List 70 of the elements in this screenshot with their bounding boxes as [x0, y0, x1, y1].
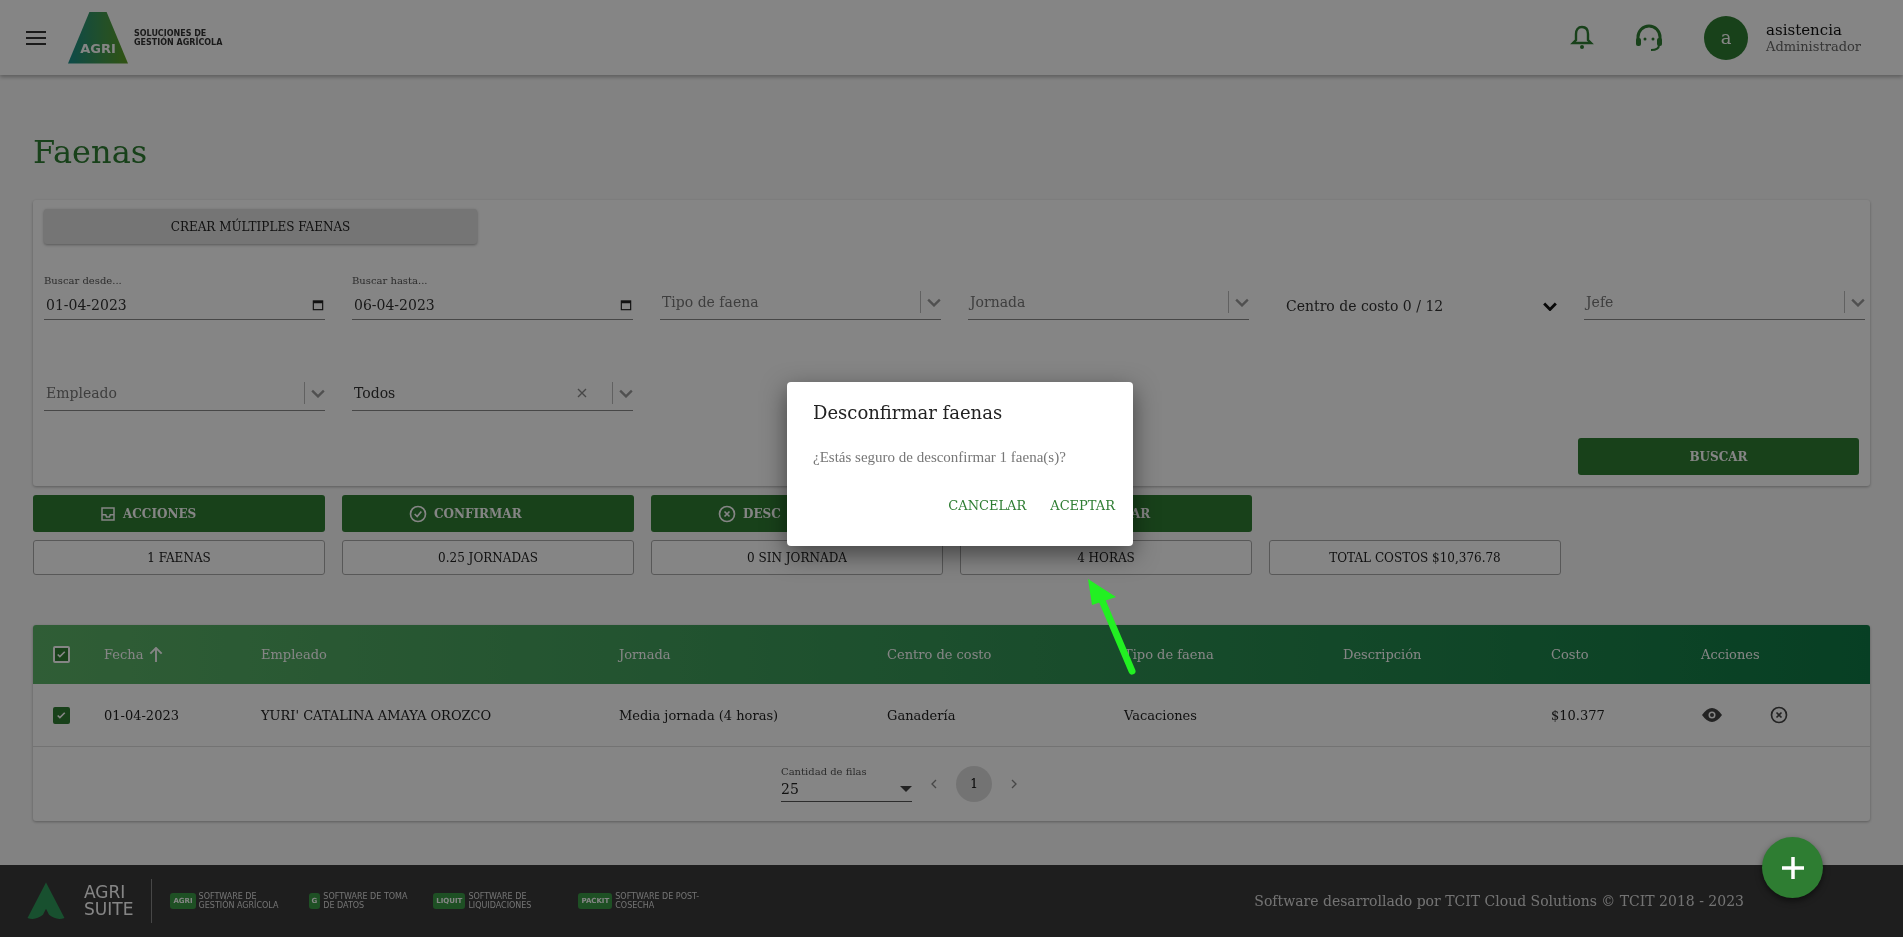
dropdown-field[interactable]: Centro de costo 0 / 12: [1276, 271, 1557, 320]
suite-logo-text: AGRI: [84, 884, 127, 901]
create-multiple-button[interactable]: CREAR MÚLTIPLES FAENAS: [44, 209, 477, 244]
chevron-down-icon: [1851, 297, 1865, 307]
select-field[interactable]: Todos: [352, 362, 633, 411]
select-field[interactable]: Empleado: [44, 362, 325, 411]
dialog-button[interactable]: ACEPTAR: [1042, 492, 1123, 519]
summary-stat: 0.25 JORNADAS: [342, 540, 634, 575]
row-checkbox[interactable]: [53, 706, 70, 724]
column-header[interactable]: Fecha: [104, 647, 144, 662]
chevron-down-icon: [311, 388, 325, 398]
footer-credit: Software desarrollado por TCIT Cloud Solutions © TCIT 2018 - 2023: [1254, 893, 1744, 909]
rows-per-page-select[interactable]: Cantidad de filas 25: [781, 766, 912, 802]
table-cell: $10.377: [1551, 707, 1605, 723]
dialog-title: Desconfirmar faenas: [813, 402, 1004, 423]
search-button[interactable]: BUSCAR: [1578, 438, 1859, 475]
column-header[interactable]: Jornada: [619, 647, 671, 662]
chevron-down-icon: [927, 297, 941, 307]
calendar-icon: [619, 298, 633, 312]
column-header[interactable]: Costo: [1551, 647, 1589, 662]
table-cell: Ganadería: [887, 707, 956, 723]
product-caption: SOFTWARE DE POST-COSECHA: [615, 892, 701, 910]
select-field[interactable]: Jefe: [1584, 271, 1865, 320]
plus-icon: [1779, 854, 1806, 881]
dialog-message: ¿Estás seguro de desconfirmar 1 faena(s)?: [813, 449, 1067, 466]
dropdown-arrow-icon: [900, 786, 912, 792]
support-headset-icon[interactable]: [1634, 22, 1665, 53]
user-name: asistencia: [1766, 21, 1843, 39]
notification-icon[interactable]: [1570, 24, 1595, 51]
action-button[interactable]: ACCIONES: [33, 495, 325, 532]
logo-text: GESTIÓN AGRÍCOLA: [134, 37, 223, 47]
product-caption: SOFTWARE DE TOMA DE DATOS: [323, 892, 409, 910]
action-button[interactable]: CONFIRMAR: [342, 495, 634, 532]
date-field[interactable]: Buscar desde... 01-04-2023: [44, 271, 325, 320]
user-role: Administrador: [1766, 39, 1861, 54]
check-circle-icon: [408, 503, 428, 524]
select-field[interactable]: Tipo de faena: [660, 271, 941, 320]
column-header[interactable]: Acciones: [1701, 647, 1760, 662]
logo-text: SOLUCIONES DE: [134, 28, 207, 38]
sort-up-icon: [149, 646, 164, 663]
cancel-circle-icon[interactable]: [1769, 705, 1789, 725]
date-field[interactable]: Buscar hasta... 06-04-2023: [352, 271, 633, 320]
table-cell: Media jornada (4 horas): [619, 707, 779, 723]
inbox-icon: [99, 504, 117, 523]
product-caption: SOFTWARE DE GESTIÓN AGRÍCOLA: [198, 892, 280, 910]
view-icon[interactable]: [1701, 707, 1723, 723]
table-cell: 01-04-2023: [104, 707, 179, 723]
select-field[interactable]: Jornada: [968, 271, 1249, 320]
table-cell: Vacaciones: [1124, 707, 1197, 723]
summary-stat: TOTAL COSTOS $10,376.78: [1269, 540, 1561, 575]
dialog-button[interactable]: CANCELAR: [940, 492, 1035, 519]
user-avatar[interactable]: a: [1704, 15, 1749, 60]
app-logo: AGRI: [68, 11, 128, 64]
page-button[interactable]: 1: [956, 766, 992, 802]
select-all-checkbox[interactable]: [53, 646, 70, 663]
calendar-icon: [311, 298, 325, 312]
column-header[interactable]: Descripción: [1343, 647, 1422, 662]
chevron-down-icon: [1235, 297, 1249, 307]
cancel-circle-icon: [717, 503, 737, 524]
product-caption: SOFTWARE DE LIQUIDACIONES: [468, 892, 533, 910]
summary-stat: 1 FAENAS: [33, 540, 325, 575]
column-header[interactable]: Empleado: [261, 647, 327, 662]
suite-logo-text: SUITE: [84, 901, 134, 918]
column-header[interactable]: Centro de costo: [887, 647, 992, 662]
chevron-down-icon: [619, 388, 633, 398]
suite-logo-icon: [26, 880, 66, 922]
table-cell: YURI' CATALINA AMAYA OROZCO: [261, 707, 492, 723]
chevron-down-icon: [1543, 301, 1557, 311]
menu-icon[interactable]: [26, 29, 46, 46]
page-title: Faenas: [33, 133, 149, 173]
